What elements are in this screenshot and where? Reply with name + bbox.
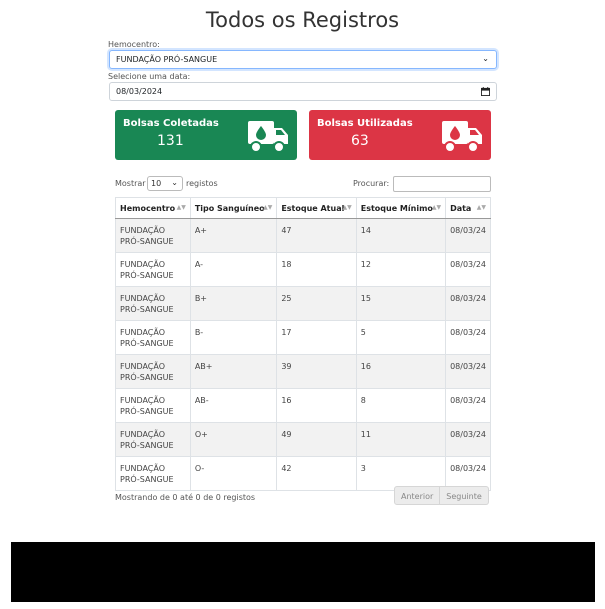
cell-tipo: A+ — [189, 218, 278, 253]
footer-bar — [11, 542, 595, 602]
header-data[interactable]: Data ▲▼ — [445, 197, 491, 219]
table-row: FUNDAÇÃO PRÓ-SANGUE B- 17 5 08/03/24 — [115, 320, 491, 355]
search-input[interactable] — [393, 176, 491, 192]
blood-truck-icon — [442, 121, 482, 153]
table-header-row: Hemocentro ▲▼ Tipo Sanguíneo ▲▼ Estoque At… — [115, 197, 491, 219]
card-value: 63 — [351, 133, 369, 149]
table-info: Mostrando de 0 até 0 de 0 registos — [115, 493, 256, 502]
cell-minimo: 16 — [355, 354, 447, 389]
cell-atual: 18 — [276, 252, 357, 287]
sort-icon: ▲▼ — [476, 204, 486, 211]
page-length-select[interactable]: 10 ⌄ — [147, 176, 183, 191]
cell-hemocentro: FUNDAÇÃO PRÓ-SANGUE — [115, 252, 191, 287]
cell-atual: 39 — [276, 354, 357, 389]
date-label: Selecione uma data: — [108, 72, 191, 81]
table-row: FUNDAÇÃO PRÓ-SANGUE B+ 25 15 08/03/24 — [115, 286, 491, 321]
chevron-down-icon: ⌄ — [171, 178, 178, 187]
bolsas-utilizadas-card: Bolsas Utilizadas 63 — [309, 110, 491, 160]
cell-minimo: 5 — [355, 320, 447, 355]
cell-minimo: 12 — [355, 252, 447, 287]
table-row: FUNDAÇÃO PRÓ-SANGUE AB- 16 8 08/03/24 — [115, 388, 491, 423]
cell-data: 08/03/24 — [445, 354, 491, 389]
header-tipo-sanguineo[interactable]: Tipo Sanguíneo ▲▼ — [189, 197, 278, 219]
cell-data: 08/03/24 — [445, 252, 491, 287]
cell-minimo: 15 — [355, 286, 447, 321]
table-row: FUNDAÇÃO PRÓ-SANGUE AB+ 39 16 08/03/24 — [115, 354, 491, 389]
cell-tipo: O- — [189, 456, 278, 491]
cell-hemocentro: FUNDAÇÃO PRÓ-SANGUE — [115, 286, 191, 321]
cell-minimo: 14 — [355, 218, 447, 253]
cell-minimo: 11 — [355, 422, 447, 457]
sort-icon: ▲▼ — [342, 204, 352, 211]
records-label: registos — [186, 179, 218, 188]
cell-hemocentro: FUNDAÇÃO PRÓ-SANGUE — [115, 354, 191, 389]
cell-tipo: AB+ — [189, 354, 278, 389]
cell-atual: 47 — [276, 218, 357, 253]
cell-tipo: B- — [189, 320, 278, 355]
date-input[interactable]: 08/03/2024 — [109, 82, 497, 101]
search-label: Procurar: — [353, 179, 390, 188]
show-label: Mostrar — [115, 179, 146, 188]
cell-data: 08/03/24 — [445, 286, 491, 321]
cell-atual: 49 — [276, 422, 357, 457]
next-page-button[interactable]: Seguinte — [440, 486, 489, 505]
page-length-value: 10 — [151, 179, 162, 188]
cell-minimo: 8 — [355, 388, 447, 423]
table-row: FUNDAÇÃO PRÓ-SANGUE A+ 47 14 08/03/24 — [115, 218, 491, 253]
date-value: 08/03/2024 — [116, 87, 163, 96]
records-table: Hemocentro ▲▼ Tipo Sanguíneo ▲▼ Estoque At… — [115, 197, 491, 491]
hemocentro-select[interactable]: FUNDAÇÃO PRÓ-SANGUE ⌄ — [109, 50, 497, 69]
page-title: Todos os Registros — [205, 8, 400, 32]
sort-icon: ▲▼ — [176, 204, 186, 211]
cell-atual: 42 — [276, 456, 357, 491]
cell-data: 08/03/24 — [445, 218, 491, 253]
cell-hemocentro: FUNDAÇÃO PRÓ-SANGUE — [115, 320, 191, 355]
cell-hemocentro: FUNDAÇÃO PRÓ-SANGUE — [115, 218, 191, 253]
blood-truck-icon — [248, 121, 288, 153]
cell-tipo: A- — [189, 252, 278, 287]
cell-data: 08/03/24 — [445, 320, 491, 355]
cell-atual: 25 — [276, 286, 357, 321]
hemocentro-selected-value: FUNDAÇÃO PRÓ-SANGUE — [116, 55, 218, 64]
cell-tipo: AB- — [189, 388, 278, 423]
previous-page-button[interactable]: Anterior — [394, 486, 441, 505]
table-row: FUNDAÇÃO PRÓ-SANGUE A- 18 12 08/03/24 — [115, 252, 491, 287]
cell-tipo: B+ — [189, 286, 278, 321]
cell-atual: 17 — [276, 320, 357, 355]
calendar-icon[interactable] — [481, 87, 490, 96]
cell-data: 08/03/24 — [445, 422, 491, 457]
pagination: Anterior Seguinte — [394, 486, 489, 505]
sort-icon: ▲▼ — [431, 204, 442, 211]
cell-hemocentro: FUNDAÇÃO PRÓ-SANGUE — [115, 456, 191, 491]
bolsas-coletadas-card: Bolsas Coletadas 131 — [115, 110, 297, 160]
hemocentro-label: Hemocentro: — [108, 40, 160, 49]
card-value: 131 — [157, 133, 184, 149]
table-row: FUNDAÇÃO PRÓ-SANGUE O+ 49 11 08/03/24 — [115, 422, 491, 457]
cell-tipo: O+ — [189, 422, 278, 457]
cell-atual: 16 — [276, 388, 357, 423]
chevron-down-icon: ⌄ — [482, 54, 489, 63]
cell-data: 08/03/24 — [445, 388, 491, 423]
header-estoque-minimo[interactable]: Estoque Mínimo ▲▼ — [355, 197, 447, 219]
cell-hemocentro: FUNDAÇÃO PRÓ-SANGUE — [115, 422, 191, 457]
header-hemocentro[interactable]: Hemocentro ▲▼ — [115, 197, 191, 219]
cell-hemocentro: FUNDAÇÃO PRÓ-SANGUE — [115, 388, 191, 423]
sort-icon: ▲▼ — [263, 204, 273, 211]
header-estoque-atual[interactable]: Estoque Atual ▲▼ — [276, 197, 357, 219]
